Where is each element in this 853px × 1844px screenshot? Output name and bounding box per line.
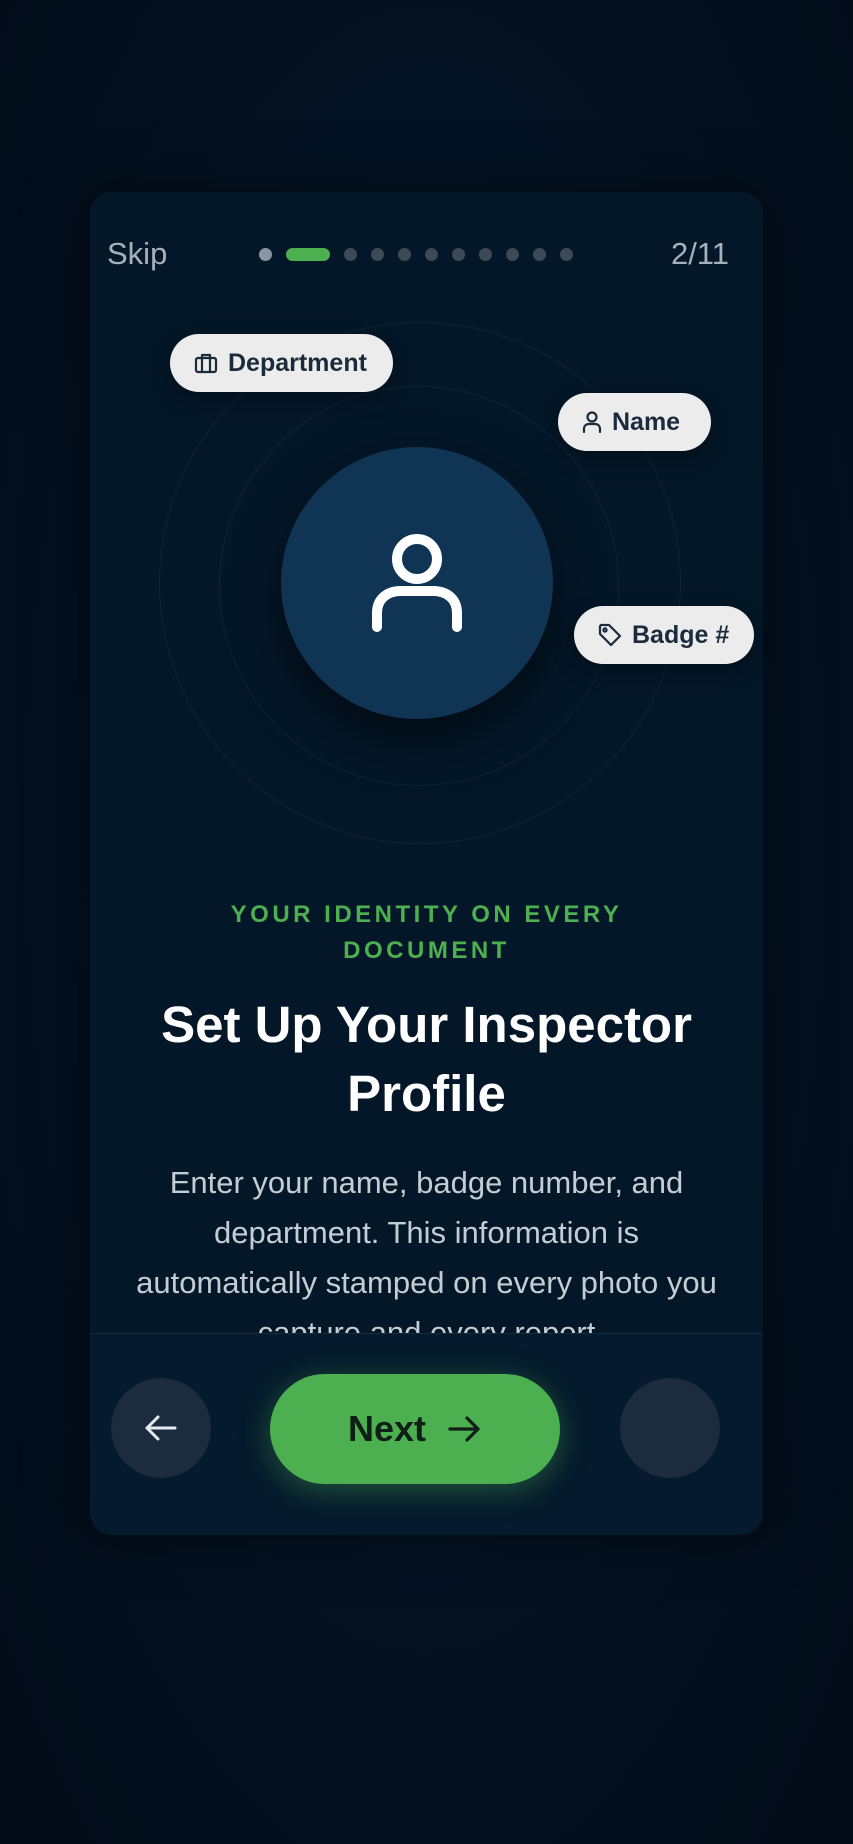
progress-dot <box>452 247 465 261</box>
name-chip-label: Name <box>612 407 681 436</box>
skip-button[interactable]: Skip <box>107 236 167 272</box>
progress-dot <box>259 247 272 261</box>
progress-dot <box>398 247 411 261</box>
back-button[interactable] <box>111 1378 211 1478</box>
next-button[interactable]: Next <box>270 1374 560 1484</box>
onboarding-card: Skip 2/11 Department Name Badge # YOUR I… <box>90 192 763 1535</box>
briefcase-icon <box>194 353 218 374</box>
progress-dot <box>344 247 357 261</box>
progress-dot <box>479 247 492 261</box>
onboarding-screen: Skip 2/11 Department Name Badge # YOUR I… <box>0 0 853 1844</box>
placeholder-button <box>620 1378 720 1478</box>
badge-chip: Badge # <box>574 606 754 664</box>
top-bar: Skip 2/11 <box>90 192 763 318</box>
footer-nav: Next <box>90 1333 763 1535</box>
department-chip-label: Department <box>228 348 367 377</box>
progress-dot <box>371 247 384 261</box>
name-chip: Name <box>558 393 711 451</box>
badge-chip-label: Badge # <box>632 620 730 649</box>
avatar-circle <box>281 447 553 719</box>
progress-dot-active <box>286 247 330 261</box>
progress-dot <box>533 247 546 261</box>
next-button-label: Next <box>347 1408 427 1449</box>
tag-icon <box>598 623 622 647</box>
progress-dot <box>425 247 438 261</box>
progress-dot <box>560 247 573 261</box>
user-icon <box>372 534 462 632</box>
step-counter: 2/11 <box>670 236 729 271</box>
user-icon <box>582 411 602 433</box>
page-title: Set Up Your Inspector Profile <box>161 996 692 1122</box>
department-chip: Department <box>170 334 393 392</box>
eyebrow-text: YOUR IDENTITY ON EVERY DOCUMENT <box>230 901 623 964</box>
progress-dots <box>259 247 587 261</box>
arrow-left-icon <box>145 1415 177 1441</box>
page-description: Enter your name, badge number, and depar… <box>136 1165 717 1350</box>
arrow-right-icon <box>448 1416 480 1442</box>
progress-dot <box>506 247 519 261</box>
